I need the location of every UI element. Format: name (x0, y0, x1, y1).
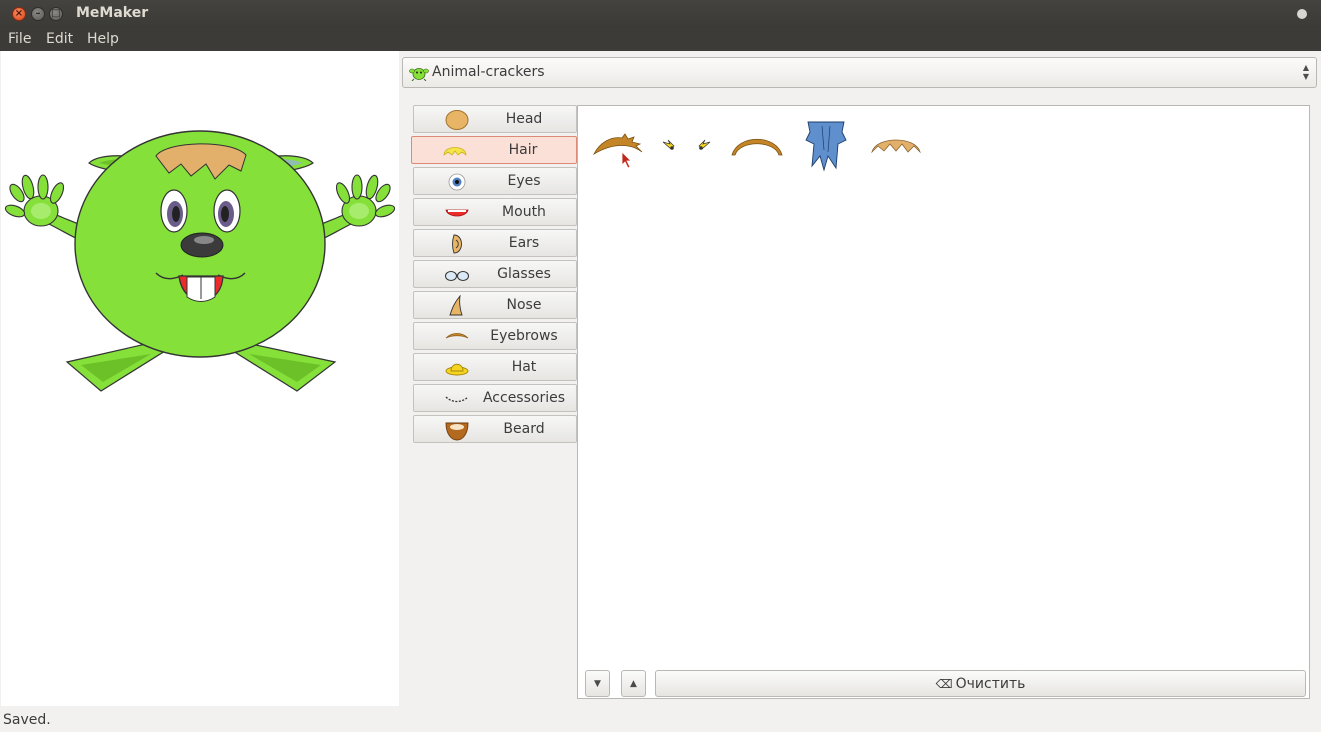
hair-icon (443, 147, 467, 156)
theme-selected-label: Animal-crackers (432, 64, 545, 80)
brown-spiky-hair-option[interactable] (592, 132, 644, 160)
accessories-icon (445, 396, 469, 403)
category-head-button[interactable]: Head (413, 105, 577, 133)
scroll-down-button[interactable]: ▼ (585, 670, 610, 697)
menu-edit[interactable]: Edit (46, 31, 73, 47)
beard-icon (445, 422, 469, 441)
menu-help[interactable]: Help (87, 31, 119, 47)
menu-file[interactable]: File (8, 31, 31, 47)
avatar-character (4, 130, 396, 392)
category-eyes-button[interactable]: Eyes (413, 167, 577, 195)
blue-shaggy-hair-option[interactable] (804, 120, 848, 172)
eyebrow-icon (445, 333, 469, 339)
mouse-cursor-icon (621, 151, 632, 169)
nose-icon (449, 295, 463, 316)
minimize-window-button[interactable]: – (31, 7, 45, 21)
maximize-window-button[interactable]: □ (49, 7, 63, 21)
arrow-down-icon: ▼ (594, 678, 601, 689)
category-beard-button[interactable]: Beard (413, 415, 577, 443)
glasses-icon (445, 271, 469, 281)
status-text: Saved. (3, 712, 51, 728)
category-hair-button[interactable]: Hair (411, 136, 577, 164)
status-bar: Saved. (0, 710, 1321, 732)
small-yellow-tuft-right-option[interactable] (697, 139, 711, 151)
hat-icon (445, 363, 469, 376)
brown-arched-hair-option[interactable] (730, 130, 784, 158)
category-nose-button[interactable]: Nose (413, 291, 577, 319)
hair-options-pane (577, 105, 1310, 699)
window-title: MeMaker (76, 5, 149, 21)
eye-icon (448, 173, 466, 191)
title-bar: × – □ MeMaker (0, 0, 1321, 28)
small-yellow-tuft-left-option[interactable] (662, 139, 676, 151)
theme-selector[interactable]: Animal-crackers ▲ ▼ (402, 57, 1317, 88)
tan-bangs-hair-option[interactable] (870, 132, 922, 158)
clear-icon: ⌫ (935, 676, 953, 691)
mouth-icon (445, 209, 469, 217)
clear-button[interactable]: ⌫ Очистить (655, 670, 1306, 697)
category-hat-button[interactable]: Hat (413, 353, 577, 381)
category-accessories-button[interactable]: Accessories (413, 384, 577, 412)
scroll-up-button[interactable]: ▲ (621, 670, 646, 697)
category-eyebrows-button[interactable]: Eyebrows (413, 322, 577, 350)
combo-arrows-icon: ▲ ▼ (1302, 63, 1309, 81)
head-icon (445, 110, 469, 130)
indicator-dot-icon[interactable] (1297, 9, 1307, 19)
category-glasses-button[interactable]: Glasses (413, 260, 577, 288)
ear-icon (452, 234, 462, 254)
menu-bar: File Edit Help (0, 28, 1321, 51)
category-mouth-button[interactable]: Mouth (413, 198, 577, 226)
avatar-preview (1, 51, 399, 706)
category-ears-button[interactable]: Ears (413, 229, 577, 257)
clear-button-label: Очистить (955, 675, 1026, 692)
close-window-button[interactable]: × (12, 7, 26, 21)
green-monster-icon (409, 68, 429, 81)
arrow-up-icon: ▲ (630, 678, 637, 689)
